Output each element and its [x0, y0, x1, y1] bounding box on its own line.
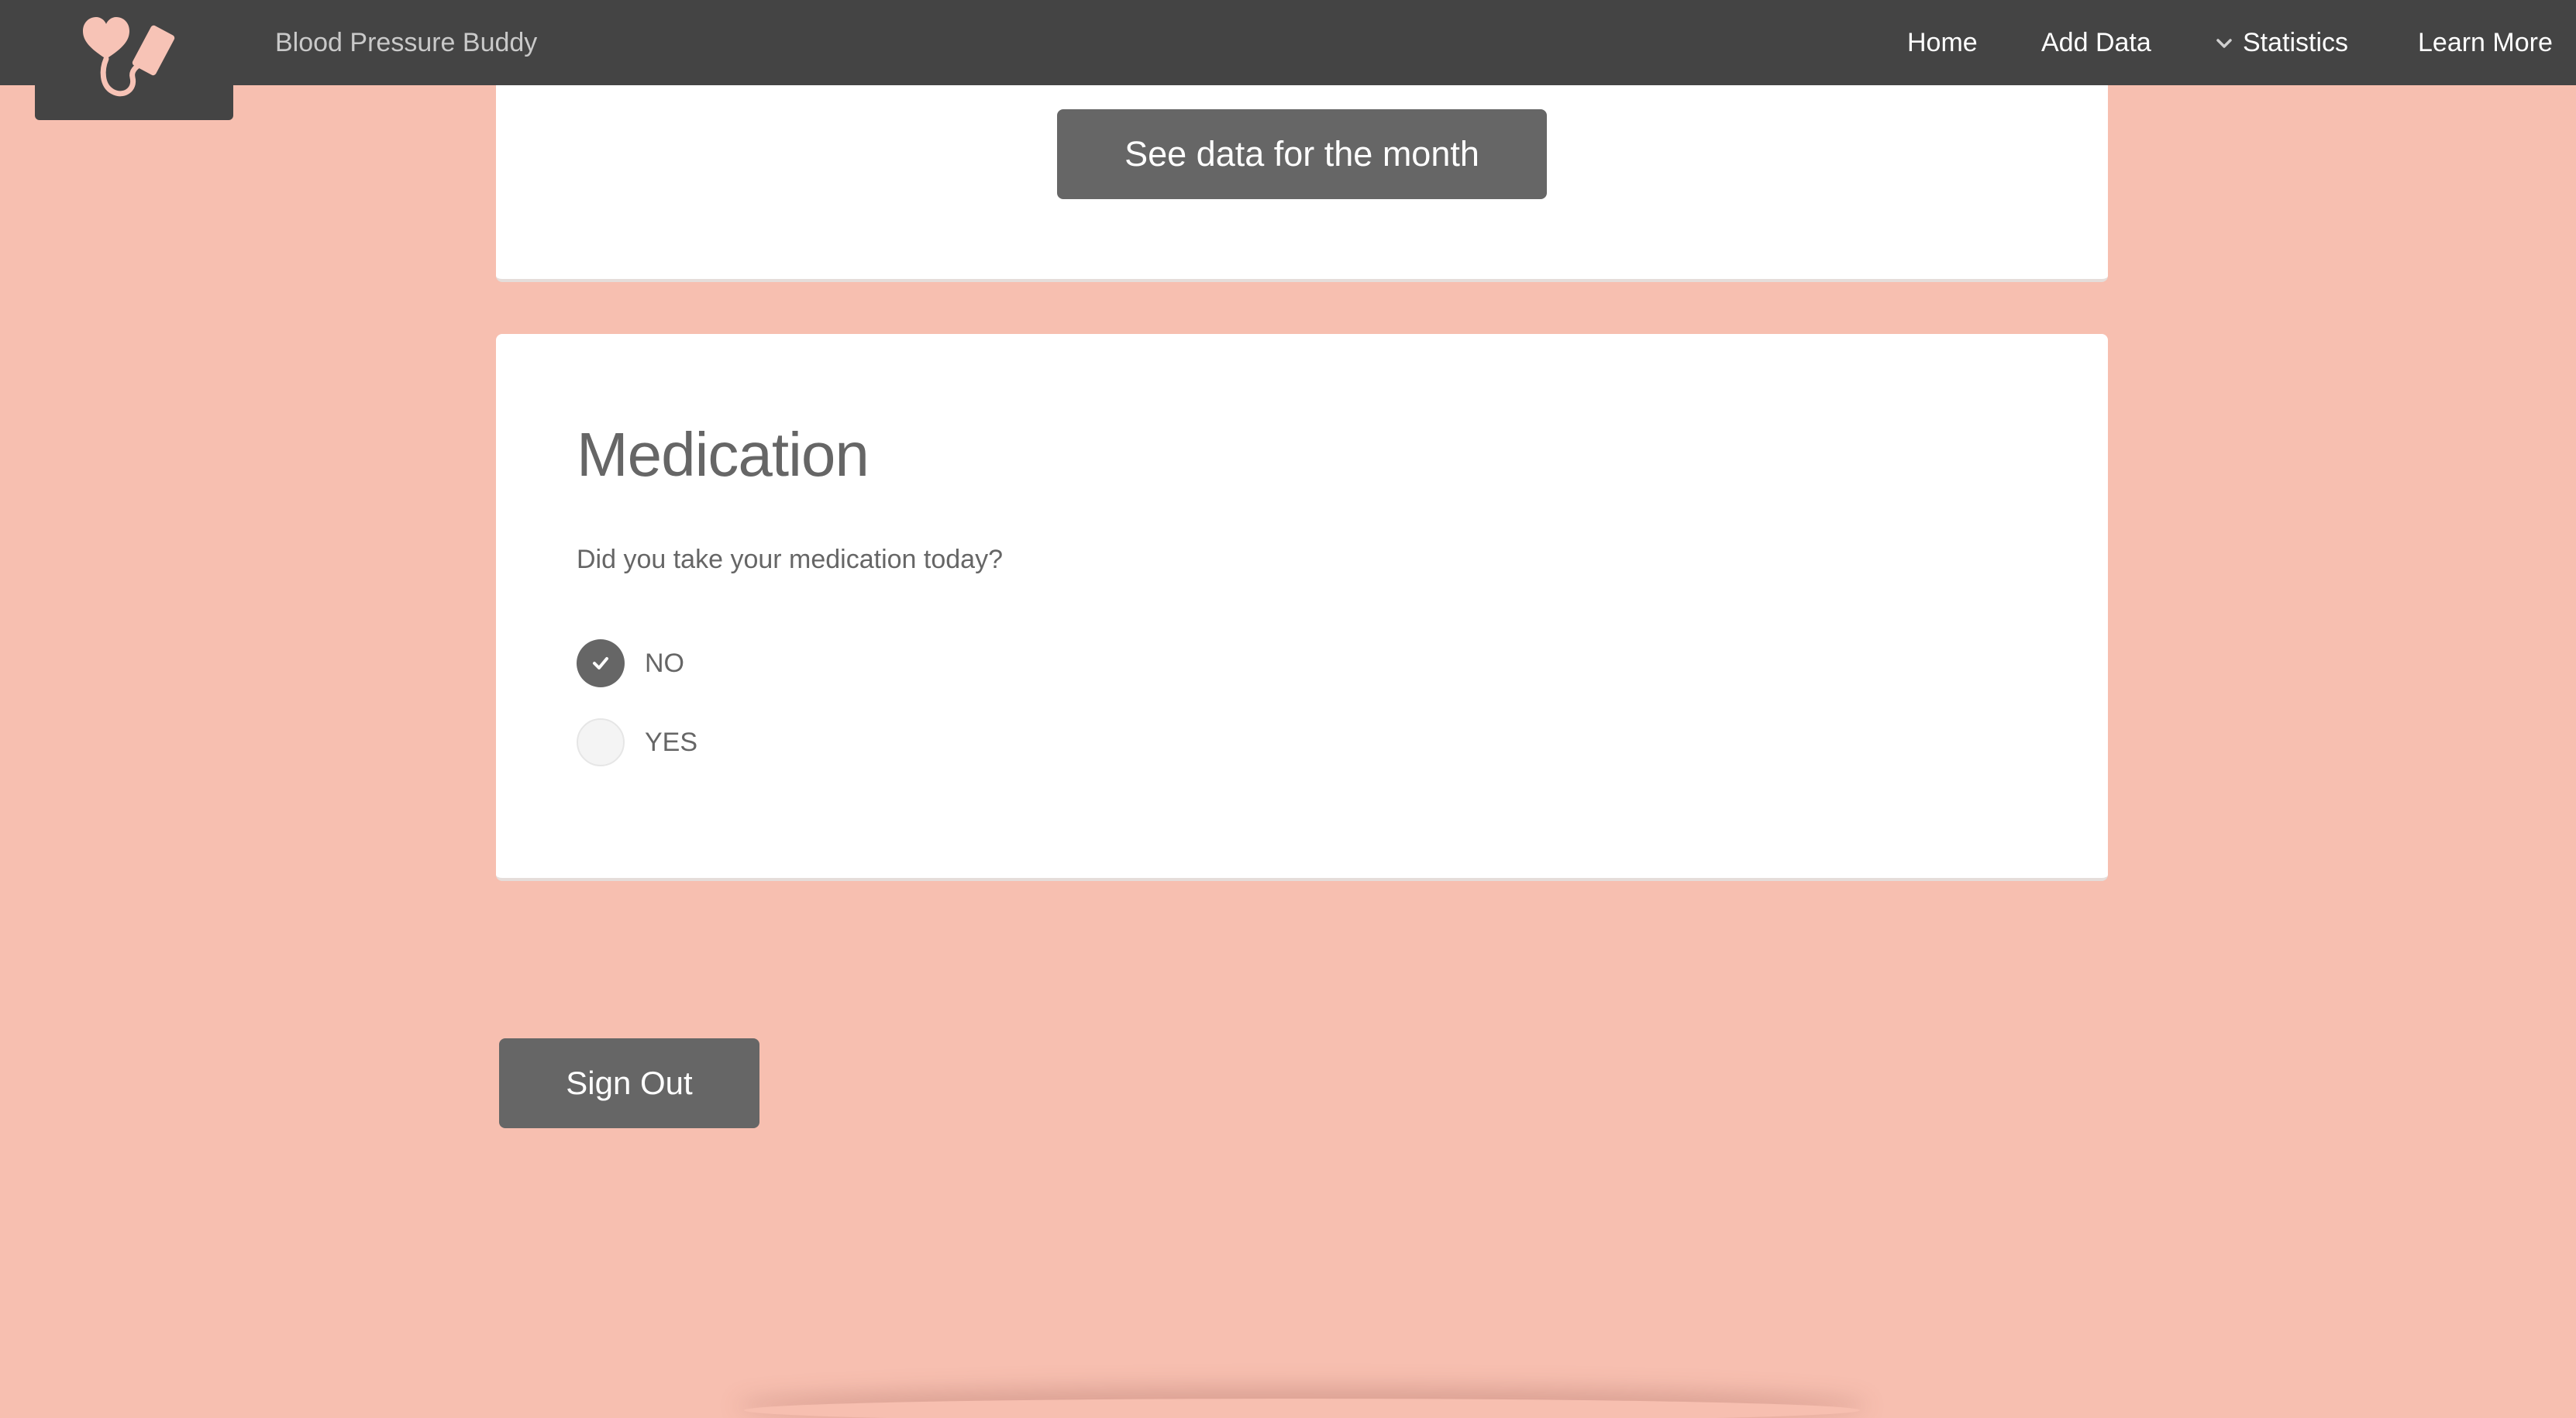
month-data-card: See data for the month [496, 85, 2108, 282]
medication-card: Medication Did you take your medication … [496, 334, 2108, 881]
see-month-data-button[interactable]: See data for the month [1057, 109, 1547, 199]
nav-add-data[interactable]: Add Data [2041, 0, 2151, 85]
medication-option-yes[interactable]: YES [577, 718, 697, 767]
medication-option-no[interactable]: NO [577, 638, 684, 688]
sign-out-button[interactable]: Sign Out [499, 1038, 759, 1128]
option-label-yes: YES [645, 727, 698, 757]
chevron-down-icon [2216, 39, 2232, 48]
nav-statistics-label: Statistics [2243, 28, 2349, 57]
radio-unchecked[interactable] [577, 718, 625, 766]
bottom-shadow [744, 1399, 1860, 1418]
logo-tab[interactable] [35, 0, 233, 120]
nav-statistics[interactable]: Statistics [2215, 0, 2348, 85]
medication-question: Did you take your medication today? [577, 545, 1003, 574]
check-icon [593, 657, 608, 669]
brand-name[interactable]: Blood Pressure Buddy [275, 0, 537, 85]
option-label-no: NO [645, 648, 684, 678]
medication-title: Medication [577, 420, 870, 489]
top-navbar: Blood Pressure Buddy Home Add Data Stati… [0, 0, 2576, 120]
nav-home[interactable]: Home [1907, 0, 1978, 85]
heart-cuff-icon [83, 17, 175, 97]
nav-learn-more[interactable]: Learn More [2418, 0, 2553, 85]
radio-checked[interactable] [577, 639, 625, 687]
